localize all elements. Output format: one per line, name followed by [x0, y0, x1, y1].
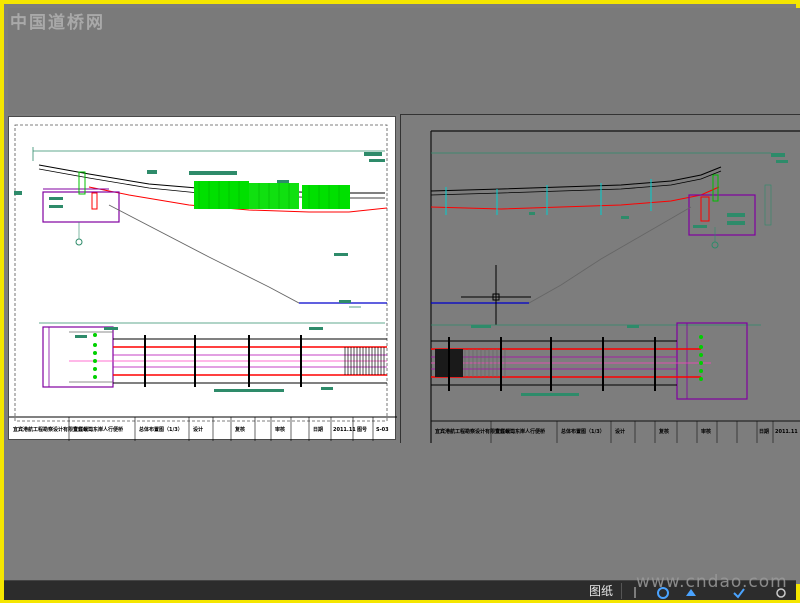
- tb-project: 宜宾岷江东岸人行便桥: [73, 426, 124, 433]
- watermark-top: 中国道桥网: [10, 13, 105, 33]
- tb-cell: 图号: [357, 426, 367, 433]
- tb-cell: 设计: [615, 428, 625, 435]
- tb-drawing: 总体布置图（1/3）: [561, 428, 605, 435]
- tb-cell: 审核: [275, 426, 285, 433]
- tb-cell: 日期: [313, 426, 323, 433]
- tb-project: 宜宾岷江东岸人行便桥: [495, 428, 546, 435]
- right-drawing: 宜宾港航工程勘察设计有限责任公司 宜宾岷江东岸人行便桥 总体布置图（1/3） 设…: [430, 130, 800, 443]
- workspace-band: [8, 8, 800, 114]
- tb-cell: 审核: [701, 428, 711, 435]
- tb-cell: 设计: [193, 426, 203, 433]
- tb-cell: 2011.11: [333, 427, 356, 433]
- tb-cell: 复核: [658, 428, 669, 435]
- tb-drawing: 总体布置图（1/3）: [139, 426, 183, 433]
- app-frame: 中国道桥网 宜宾港航工程勘察设计有限责任公司 宜宾岷江东岸人行便桥 总体布置图（…: [0, 0, 800, 600]
- layout-tab[interactable]: 图纸: [581, 583, 622, 599]
- tb-cell: 2011.11: [775, 429, 798, 435]
- right-viewport-sheet[interactable]: 宜宾港航工程勘察设计有限责任公司 宜宾岷江东岸人行便桥 总体布置图（1/3） 设…: [400, 114, 800, 443]
- left-viewport-sheet[interactable]: 宜宾港航工程勘察设计有限责任公司 宜宾岷江东岸人行便桥 总体布置图（1/3） 设…: [8, 116, 397, 441]
- watermark-bottom: www.cndao.com: [636, 572, 788, 592]
- left-drawing: 宜宾港航工程勘察设计有限责任公司 宜宾岷江东岸人行便桥 总体布置图（1/3） 设…: [9, 124, 397, 441]
- tb-cell: 复核: [234, 426, 245, 433]
- crosshair-cursor-icon: [461, 265, 531, 325]
- tb-cell: 日期: [759, 428, 769, 435]
- tb-cell: S-03: [376, 427, 389, 433]
- drawing-canvas[interactable]: 中国道桥网 宜宾港航工程勘察设计有限责任公司 宜宾岷江东岸人行便桥 总体布置图（…: [8, 8, 800, 584]
